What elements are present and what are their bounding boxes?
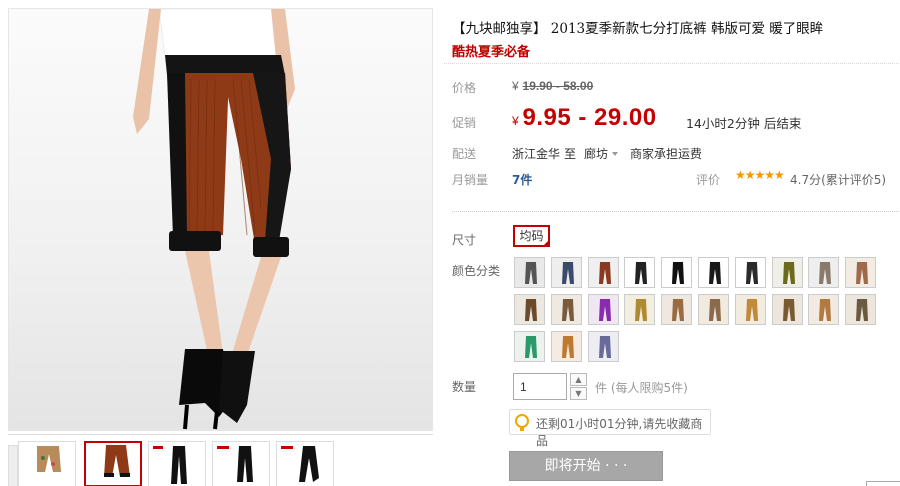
pants-icon bbox=[525, 299, 537, 321]
thumbnail-5[interactable] bbox=[276, 441, 334, 486]
pants-icon bbox=[598, 336, 611, 358]
color-swatch[interactable] bbox=[734, 294, 766, 325]
corner-decoration bbox=[866, 481, 900, 486]
color-swatch[interactable] bbox=[661, 294, 693, 325]
pants-icon bbox=[561, 299, 574, 321]
chevron-down-icon bbox=[612, 151, 619, 156]
pants-icon bbox=[598, 299, 611, 321]
thumbnail-4[interactable] bbox=[212, 441, 270, 486]
pants-icon bbox=[819, 299, 832, 321]
shipping-destination: 廊坊 bbox=[584, 147, 609, 161]
thumbnail-2-selected[interactable] bbox=[84, 441, 142, 486]
model-photo bbox=[133, 9, 295, 430]
thumbnail-prev-arrow[interactable] bbox=[8, 445, 18, 486]
pants-icon bbox=[745, 262, 758, 284]
pants-icon bbox=[672, 299, 685, 321]
color-swatch[interactable] bbox=[845, 257, 877, 288]
color-swatch[interactable] bbox=[845, 294, 877, 325]
pants-icon bbox=[635, 262, 648, 284]
color-swatch[interactable] bbox=[514, 294, 545, 325]
color-swatch[interactable] bbox=[698, 294, 729, 325]
color-swatch[interactable] bbox=[808, 257, 840, 288]
color-swatch[interactable] bbox=[550, 294, 582, 325]
quantity-decrease-button[interactable]: ▼ bbox=[570, 387, 587, 400]
main-product-image[interactable] bbox=[8, 8, 433, 431]
thumbnail-strip bbox=[8, 434, 433, 486]
rating-label: 评价 bbox=[696, 173, 721, 187]
size-option-selected[interactable]: 均码 bbox=[513, 225, 550, 247]
color-swatch[interactable] bbox=[698, 257, 729, 288]
color-swatch[interactable] bbox=[587, 294, 619, 325]
pants-icon bbox=[819, 262, 832, 284]
coming-soon-button[interactable]: 即将开始 · · · bbox=[509, 451, 663, 481]
shipping-label: 配送 bbox=[452, 147, 477, 161]
pants-icon bbox=[782, 262, 795, 284]
color-label: 颜色分类 bbox=[452, 264, 501, 278]
color-swatch[interactable] bbox=[514, 331, 545, 362]
rating-stars-icon: ★★★★★ bbox=[735, 168, 785, 182]
promo-price: ¥ 9.95 - 29.00 bbox=[512, 104, 657, 132]
pants-icon bbox=[709, 262, 721, 284]
pants-icon bbox=[525, 262, 537, 284]
quantity-label: 数量 bbox=[452, 380, 477, 394]
color-swatch[interactable] bbox=[587, 257, 619, 288]
section-divider bbox=[452, 211, 899, 212]
original-price-label: 价格 bbox=[452, 81, 477, 95]
promo-price-label: 促销 bbox=[452, 116, 477, 130]
shipping-origin: 浙江金华 bbox=[512, 147, 561, 161]
quantity-increase-button[interactable]: ▲ bbox=[570, 373, 587, 386]
original-price-range: 19.90 - 58.00 bbox=[522, 79, 594, 93]
color-swatch[interactable] bbox=[661, 257, 693, 288]
size-label: 尺寸 bbox=[452, 233, 477, 247]
shipping-fee-note: 商家承担运费 bbox=[630, 147, 703, 161]
promo-price-range: 9.95 - 29.00 bbox=[522, 104, 657, 131]
pants-icon bbox=[856, 299, 869, 321]
color-swatch[interactable] bbox=[550, 331, 582, 362]
color-swatch[interactable] bbox=[808, 294, 840, 325]
color-swatch[interactable] bbox=[771, 294, 803, 325]
currency-symbol: ¥ bbox=[512, 114, 519, 128]
pants-icon bbox=[672, 262, 685, 284]
purchase-limit-note: 件 (每人限购5件) bbox=[595, 381, 688, 395]
color-swatch[interactable] bbox=[624, 294, 656, 325]
color-swatch[interactable] bbox=[550, 257, 582, 288]
product-title: 【九块邮独享】 2013夏季新款七分打底裤 韩版可爱 暖了眼眸 bbox=[452, 21, 824, 37]
pants-icon bbox=[745, 299, 758, 321]
monthly-sales-label: 月销量 bbox=[452, 173, 489, 187]
color-swatch[interactable] bbox=[587, 331, 619, 362]
color-swatch[interactable] bbox=[734, 257, 766, 288]
product-subtitle: 酷热夏季必备 bbox=[452, 45, 531, 60]
pants-icon bbox=[709, 299, 721, 321]
pants-icon bbox=[561, 336, 574, 358]
lightbulb-icon bbox=[515, 414, 529, 431]
shipping-destination-select[interactable]: 廊坊 bbox=[584, 145, 620, 162]
color-swatch[interactable] bbox=[514, 257, 545, 288]
pants-icon bbox=[598, 262, 611, 284]
pants-icon bbox=[856, 262, 869, 284]
pants-icon bbox=[525, 336, 537, 358]
thumbnail-1[interactable] bbox=[18, 441, 76, 486]
reminder-text: 还剩01小时01分钟,请先收藏商品 bbox=[536, 417, 703, 448]
rating-summary-link[interactable]: 4.7分(累计评价5) bbox=[790, 171, 886, 188]
thumbnail-3[interactable] bbox=[148, 441, 206, 486]
quantity-input[interactable] bbox=[513, 373, 567, 400]
pants-icon bbox=[561, 262, 574, 284]
shipping-to-word: 至 bbox=[564, 147, 577, 161]
color-swatch[interactable] bbox=[771, 257, 803, 288]
monthly-sales-value: 7件 bbox=[512, 173, 533, 187]
promo-countdown: 14小时2分钟 后结束 bbox=[686, 116, 802, 131]
favorite-reminder-tip: 还剩01小时01分钟,请先收藏商品 bbox=[509, 409, 711, 448]
pants-icon bbox=[635, 299, 648, 321]
color-swatch[interactable] bbox=[624, 257, 656, 288]
currency-symbol: ¥ bbox=[512, 79, 519, 93]
pants-icon bbox=[782, 299, 795, 321]
original-price: ¥ 19.90 - 58.00 bbox=[512, 79, 593, 93]
